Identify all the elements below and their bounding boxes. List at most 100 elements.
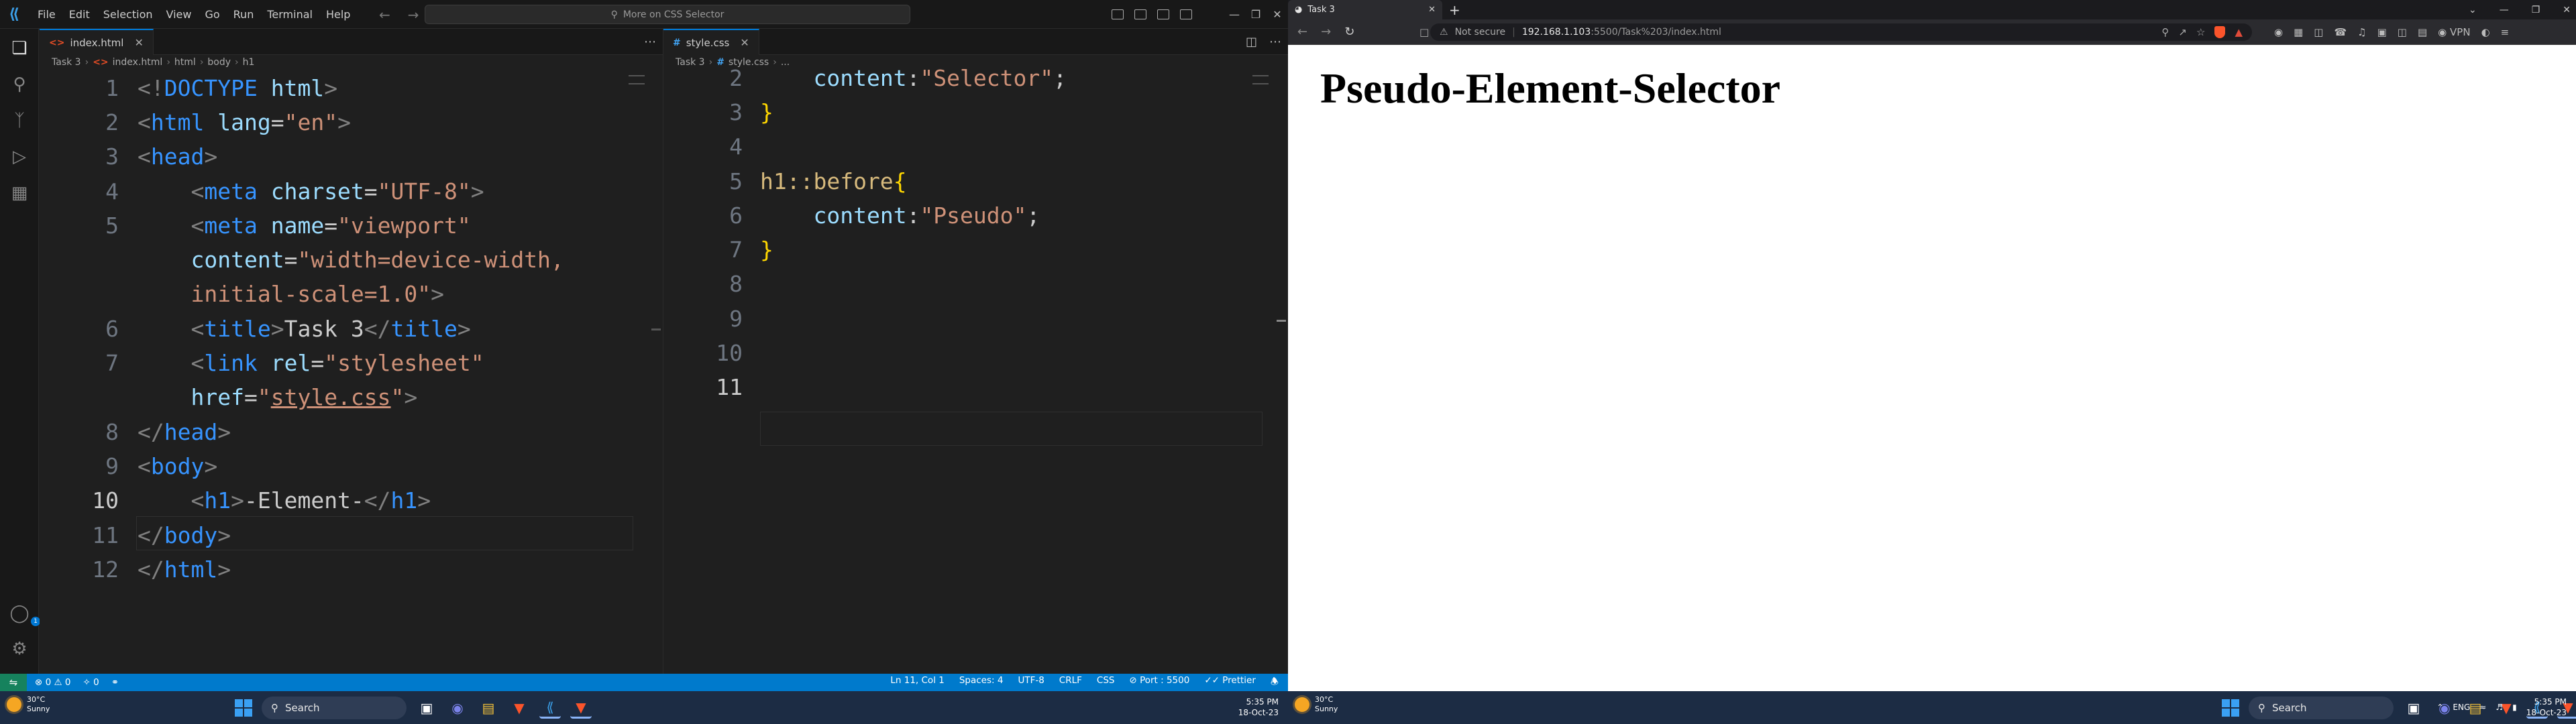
breadcrumb-item[interactable]: html: [174, 57, 196, 68]
brave-rewards-icon[interactable]: ▲: [2235, 26, 2243, 38]
indentation[interactable]: Spaces: 4: [959, 675, 1004, 690]
restore-icon[interactable]: ❐: [1245, 8, 1267, 21]
close-tab-icon[interactable]: ✕: [134, 36, 143, 49]
minimize-icon[interactable]: —: [1224, 8, 1245, 21]
code-editor-right[interactable]: 2 3 4 5 6 7 8 9 10 11 content:"Selector"…: [663, 65, 1288, 674]
remote-icon[interactable]: ⇋: [0, 674, 27, 691]
taskbar-search[interactable]: ⚲ Search: [2249, 697, 2394, 719]
browser-tab[interactable]: ◕ Task 3 ✕: [1288, 0, 1442, 19]
customize-layout-icon[interactable]: [1180, 9, 1192, 19]
vpn-button[interactable]: ◉ VPN: [2438, 26, 2470, 38]
wifi-icon[interactable]: ≈: [2479, 703, 2486, 712]
back-arrow-icon[interactable]: ←: [379, 7, 390, 23]
share-icon[interactable]: ↗: [2178, 26, 2187, 38]
task-view-icon[interactable]: ▣: [416, 697, 437, 719]
line-ending[interactable]: CRLF: [1059, 675, 1082, 690]
extension-icon[interactable]: ▦: [2294, 26, 2303, 38]
battery-icon[interactable]: ▮: [2512, 703, 2517, 712]
prettier-status[interactable]: ✓✓ Prettier: [1204, 675, 1256, 690]
toggle-secondary-sidebar-icon[interactable]: [1157, 9, 1169, 19]
language-mode[interactable]: CSS: [1097, 675, 1115, 690]
source-control-icon[interactable]: ᛉ: [8, 109, 31, 132]
brave-taskbar-icon[interactable]: ▼: [570, 697, 592, 719]
more-actions-icon[interactable]: ⋯: [644, 35, 656, 49]
menu-selection[interactable]: Selection: [97, 0, 160, 29]
bookmark-star-icon[interactable]: ☆: [2196, 26, 2205, 38]
explorer-icon[interactable]: ❏: [8, 37, 31, 60]
run-debug-icon[interactable]: ▷: [8, 145, 31, 168]
minimize-icon[interactable]: —: [2500, 5, 2509, 15]
menu-view[interactable]: View: [160, 0, 199, 29]
show-hidden-icons[interactable]: ⌃: [2436, 703, 2443, 712]
new-tab-icon[interactable]: +: [1449, 2, 1460, 18]
tab-search-icon[interactable]: ⌄: [2469, 5, 2477, 15]
extension-icon[interactable]: ☎: [2334, 26, 2347, 38]
toggle-panel-icon[interactable]: [1134, 9, 1146, 19]
volume-icon[interactable]: ♬: [2496, 703, 2503, 712]
command-center[interactable]: ⚲ More on CSS Selector: [425, 5, 910, 24]
live-share-icon[interactable]: ⚭: [111, 677, 119, 688]
vscode-taskbar-icon[interactable]: ⟪: [539, 697, 561, 719]
menu-file[interactable]: File: [31, 0, 62, 29]
address-bar[interactable]: ⚠ Not secure | 192.168.1.103:5500/Task%2…: [1430, 23, 2252, 41]
tab-style-css[interactable]: # style.css ✕: [663, 29, 759, 55]
encoding[interactable]: UTF-8: [1018, 675, 1044, 690]
back-arrow-icon[interactable]: ←: [1297, 25, 1307, 39]
breadcrumb-item[interactable]: Task 3: [52, 57, 81, 68]
more-actions-icon[interactable]: ⋯: [1269, 35, 1281, 49]
menu-go[interactable]: Go: [198, 0, 226, 29]
chat-icon[interactable]: ◉: [447, 697, 468, 719]
forward-arrow-icon[interactable]: →: [1321, 25, 1331, 39]
menu-help[interactable]: Help: [319, 0, 357, 29]
reload-icon[interactable]: ↻: [1344, 25, 1354, 39]
bookmark-icon[interactable]: □: [1419, 26, 1429, 38]
weather-widget[interactable]: 30°C Sunny: [7, 695, 50, 714]
taskbar-search[interactable]: ⚲ Search: [262, 697, 407, 719]
manage-gear-icon[interactable]: ⚙: [8, 638, 31, 660]
extension-icon[interactable]: ▣: [2377, 26, 2387, 38]
tab-index-html[interactable]: <> index.html ✕: [40, 29, 154, 55]
toggle-primary-sidebar-icon[interactable]: [1112, 9, 1124, 19]
language-indicator[interactable]: ENG: [2453, 703, 2470, 712]
breadcrumb-item[interactable]: body: [207, 57, 231, 68]
live-server-port[interactable]: ⊘ Port : 5500: [1129, 675, 1189, 690]
wallet-icon[interactable]: ▤: [2418, 26, 2427, 38]
problems-indicator[interactable]: ⊗ 0 ⚠ 0: [35, 677, 70, 688]
breadcrumb-item[interactable]: index.html: [113, 57, 163, 68]
brave-shields-icon[interactable]: [2214, 26, 2226, 38]
menu-icon[interactable]: ≡: [2501, 26, 2510, 38]
sidebar-icon[interactable]: ◫: [2398, 26, 2407, 38]
brave-browser-icon[interactable]: ▼: [508, 697, 530, 719]
clock[interactable]: 5:35 PM 18-Oct-23: [2526, 697, 2567, 718]
close-tab-icon[interactable]: ✕: [740, 36, 749, 49]
line-number: 10: [716, 340, 743, 366]
menu-terminal[interactable]: Terminal: [260, 0, 319, 29]
leo-ai-icon[interactable]: ◐: [2481, 26, 2490, 38]
zoom-icon[interactable]: ⚲: [2161, 26, 2169, 38]
restore-icon[interactable]: ❐: [2532, 5, 2540, 15]
accounts-icon[interactable]: ◯ 1: [8, 602, 40, 626]
code-editor-left[interactable]: 1 2 3 4 5 6 7 8 9 10 11 12 <!DOCTYPE htm…: [40, 70, 663, 674]
ports-indicator[interactable]: ✧ 0: [83, 677, 99, 688]
close-icon[interactable]: ✕: [2563, 5, 2571, 15]
extension-icon[interactable]: ◫: [2314, 26, 2323, 38]
notifications-bell-icon[interactable]: 🕭: [1271, 675, 1279, 690]
menu-run[interactable]: Run: [227, 0, 261, 29]
search-icon[interactable]: ⚲: [8, 73, 31, 96]
extensions-icon[interactable]: ▦: [8, 182, 31, 204]
start-button[interactable]: [235, 699, 252, 717]
forward-arrow-icon[interactable]: →: [408, 7, 419, 23]
cursor-position[interactable]: Ln 11, Col 1: [890, 675, 944, 690]
close-tab-icon[interactable]: ✕: [1428, 5, 1436, 15]
split-editor-icon[interactable]: ◫: [1246, 35, 1257, 49]
file-explorer-icon[interactable]: ▤: [478, 697, 499, 719]
start-button[interactable]: [2222, 699, 2239, 717]
task-view-icon[interactable]: ▣: [2403, 697, 2424, 719]
extension-icon[interactable]: ♫: [2357, 26, 2366, 38]
breadcrumb-item[interactable]: h1: [243, 57, 255, 68]
close-icon[interactable]: ✕: [1267, 8, 1288, 21]
weather-widget[interactable]: 30°C Sunny: [1295, 695, 1338, 714]
extension-icon[interactable]: ◉: [2274, 26, 2283, 38]
clock[interactable]: 5:35 PM 18-Oct-23: [1238, 697, 1279, 718]
menu-edit[interactable]: Edit: [62, 0, 97, 29]
